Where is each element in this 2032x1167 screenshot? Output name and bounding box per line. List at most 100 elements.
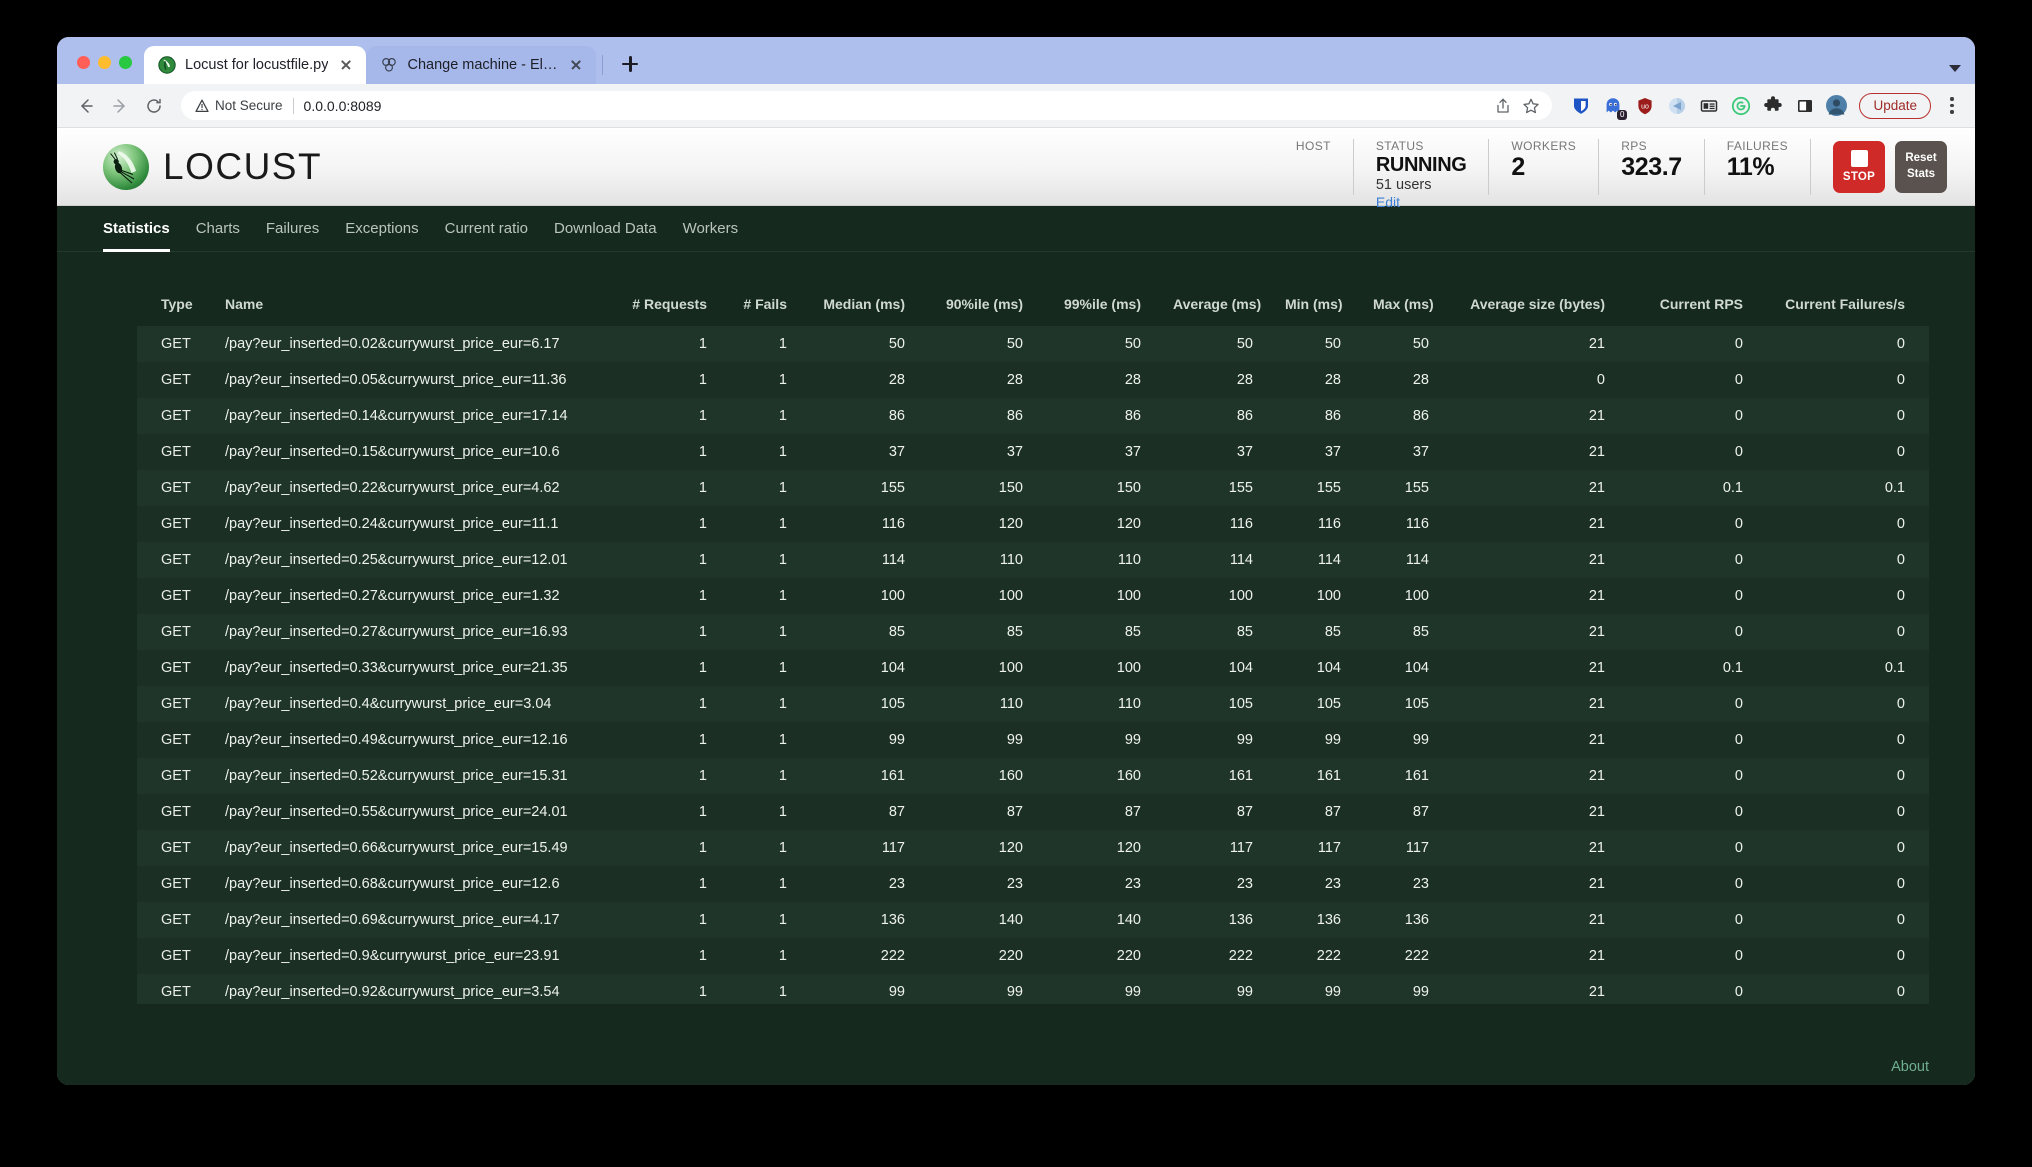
stop-button-label: STOP bbox=[1842, 171, 1876, 183]
tab-statistics[interactable]: Statistics bbox=[103, 206, 170, 252]
bitwarden-icon[interactable] bbox=[1570, 95, 1591, 116]
star-icon[interactable] bbox=[1522, 97, 1540, 115]
tab-charts[interactable]: Charts bbox=[196, 206, 240, 252]
kebab-menu-icon[interactable] bbox=[1941, 97, 1963, 114]
column-header-average[interactable]: Average (ms) bbox=[1157, 282, 1269, 326]
tab-workers[interactable]: Workers bbox=[683, 206, 739, 252]
update-button[interactable]: Update bbox=[1859, 92, 1931, 119]
stat-failures: FAILURES 11% bbox=[1705, 138, 1811, 195]
close-icon[interactable] bbox=[567, 56, 585, 74]
close-window-button[interactable] bbox=[77, 56, 90, 69]
cell-p99: 120 bbox=[1116, 516, 1141, 532]
tampermonkey-icon[interactable] bbox=[1666, 95, 1687, 116]
cell-current-rps: 0 bbox=[1734, 732, 1743, 748]
tab-exceptions[interactable]: Exceptions bbox=[345, 206, 418, 252]
stop-button[interactable]: STOP bbox=[1833, 140, 1885, 193]
table-row[interactable]: GET/pay?eur_inserted=0.66&currywurst_pri… bbox=[137, 830, 1929, 866]
table-row[interactable]: GET/pay?eur_inserted=0.49&currywurst_pri… bbox=[137, 722, 1929, 758]
sidepanel-icon[interactable] bbox=[1794, 95, 1815, 116]
extensions-puzzle-icon[interactable] bbox=[1762, 95, 1783, 116]
cell-max: 37 bbox=[1412, 444, 1429, 460]
column-header-name[interactable]: Name bbox=[209, 282, 605, 326]
table-row[interactable]: GET/pay?eur_inserted=0.68&currywurst_pri… bbox=[137, 866, 1929, 902]
column-header-p99[interactable]: 99%ile (ms) bbox=[1039, 282, 1157, 326]
share-icon[interactable] bbox=[1494, 97, 1512, 115]
table-row[interactable]: GET/pay?eur_inserted=0.24&currywurst_pri… bbox=[137, 506, 1929, 542]
cell-p90: 140 bbox=[998, 912, 1023, 928]
table-row[interactable]: GET/pay?eur_inserted=0.33&currywurst_pri… bbox=[137, 650, 1929, 686]
table-header-row: Type Name # Requests # Fails Median (ms)… bbox=[137, 282, 1929, 326]
ghostery-badge-count: 0 bbox=[1617, 110, 1628, 120]
table-row[interactable]: GET/pay?eur_inserted=0.05&currywurst_pri… bbox=[137, 362, 1929, 398]
chevron-down-icon[interactable] bbox=[1949, 65, 1961, 72]
table-row[interactable]: GET/pay?eur_inserted=0.52&currywurst_pri… bbox=[137, 758, 1929, 794]
cell-current-failures: 0 bbox=[1896, 912, 1905, 928]
cell-max: 114 bbox=[1405, 552, 1429, 568]
browser-tab-locust[interactable]: Locust for locustfile.py bbox=[144, 46, 367, 84]
stat-host-label: HOST bbox=[1295, 138, 1331, 153]
column-header-current-rps[interactable]: Current RPS bbox=[1621, 282, 1759, 326]
ublock-origin-icon[interactable]: uo bbox=[1634, 95, 1655, 116]
cell-p90: 99 bbox=[1006, 984, 1023, 1000]
elastic-icon bbox=[380, 56, 398, 74]
cell-requests: 1 bbox=[698, 444, 707, 460]
cell-name: /pay?eur_inserted=0.52&currywurst_price_… bbox=[225, 768, 568, 784]
cell-min: 99 bbox=[1324, 984, 1341, 1000]
table-row[interactable]: GET/pay?eur_inserted=0.14&currywurst_pri… bbox=[137, 398, 1929, 434]
table-row[interactable]: GET/pay?eur_inserted=0.69&currywurst_pri… bbox=[137, 902, 1929, 938]
column-header-median[interactable]: Median (ms) bbox=[803, 282, 921, 326]
cell-current-failures: 0 bbox=[1896, 696, 1905, 712]
maximize-window-button[interactable] bbox=[119, 56, 132, 69]
grammarly-icon[interactable] bbox=[1730, 95, 1751, 116]
edit-link[interactable]: Edit bbox=[1376, 194, 1467, 212]
cell-requests: 1 bbox=[698, 804, 707, 820]
column-header-type[interactable]: Type bbox=[137, 282, 209, 326]
reader-icon[interactable] bbox=[1698, 95, 1719, 116]
table-row[interactable]: GET/pay?eur_inserted=0.15&currywurst_pri… bbox=[137, 434, 1929, 470]
back-arrow-icon[interactable] bbox=[71, 91, 101, 121]
reset-stats-button[interactable]: Reset Stats bbox=[1895, 140, 1947, 193]
new-tab-button[interactable] bbox=[613, 47, 647, 81]
column-header-min[interactable]: Min (ms) bbox=[1269, 282, 1357, 326]
ghostery-icon[interactable]: 0 bbox=[1602, 95, 1628, 120]
table-row[interactable]: GET/pay?eur_inserted=0.92&currywurst_pri… bbox=[137, 974, 1929, 1004]
cell-max: 155 bbox=[1404, 480, 1429, 496]
column-header-requests[interactable]: # Requests bbox=[605, 282, 723, 326]
table-row[interactable]: GET/pay?eur_inserted=0.25&currywurst_pri… bbox=[137, 542, 1929, 578]
column-header-max[interactable]: Max (ms) bbox=[1357, 282, 1445, 326]
cell-max: 116 bbox=[1405, 516, 1429, 532]
column-header-current-failures[interactable]: Current Failures/s bbox=[1759, 282, 1929, 326]
cell-requests: 1 bbox=[698, 624, 707, 640]
table-row[interactable]: GET/pay?eur_inserted=0.4&currywurst_pric… bbox=[137, 686, 1929, 722]
table-row[interactable]: GET/pay?eur_inserted=0.27&currywurst_pri… bbox=[137, 614, 1929, 650]
cell-average: 28 bbox=[1236, 372, 1253, 388]
tab-download-data[interactable]: Download Data bbox=[554, 206, 657, 252]
column-header-avg-size[interactable]: Average size (bytes) bbox=[1445, 282, 1621, 326]
reload-icon[interactable] bbox=[139, 91, 169, 121]
browser-tab-elastic[interactable]: Change machine - Elastic bbox=[366, 46, 597, 84]
column-header-p90[interactable]: 90%ile (ms) bbox=[921, 282, 1039, 326]
column-header-fails[interactable]: # Fails bbox=[723, 282, 803, 326]
security-status[interactable]: Not Secure bbox=[195, 98, 283, 113]
tab-current-ratio[interactable]: Current ratio bbox=[445, 206, 528, 252]
cell-current-failures: 0 bbox=[1896, 984, 1905, 1000]
table-row[interactable]: GET/pay?eur_inserted=0.22&currywurst_pri… bbox=[137, 470, 1929, 506]
profile-avatar[interactable] bbox=[1826, 95, 1848, 116]
close-icon[interactable] bbox=[337, 56, 355, 74]
about-link[interactable]: About bbox=[1891, 1059, 1929, 1075]
table-row[interactable]: GET/pay?eur_inserted=0.55&currywurst_pri… bbox=[137, 794, 1929, 830]
cell-requests: 1 bbox=[698, 732, 707, 748]
minimize-window-button[interactable] bbox=[98, 56, 111, 69]
tab-failures[interactable]: Failures bbox=[266, 206, 319, 252]
locust-logo-group[interactable]: LOCUST bbox=[103, 143, 322, 190]
cell-name: /pay?eur_inserted=0.05&currywurst_price_… bbox=[225, 372, 567, 388]
cell-average: 105 bbox=[1228, 696, 1253, 712]
cell-current-failures: 0 bbox=[1896, 624, 1905, 640]
table-row[interactable]: GET/pay?eur_inserted=0.27&currywurst_pri… bbox=[137, 578, 1929, 614]
cell-median: 23 bbox=[888, 876, 905, 892]
address-bar[interactable]: Not Secure 0.0.0.0:8089 bbox=[181, 91, 1553, 120]
table-row[interactable]: GET/pay?eur_inserted=0.02&currywurst_pri… bbox=[137, 326, 1929, 362]
table-row[interactable]: GET/pay?eur_inserted=0.9&currywurst_pric… bbox=[137, 938, 1929, 974]
cell-requests: 1 bbox=[698, 840, 707, 856]
forward-arrow-icon[interactable] bbox=[105, 91, 135, 121]
